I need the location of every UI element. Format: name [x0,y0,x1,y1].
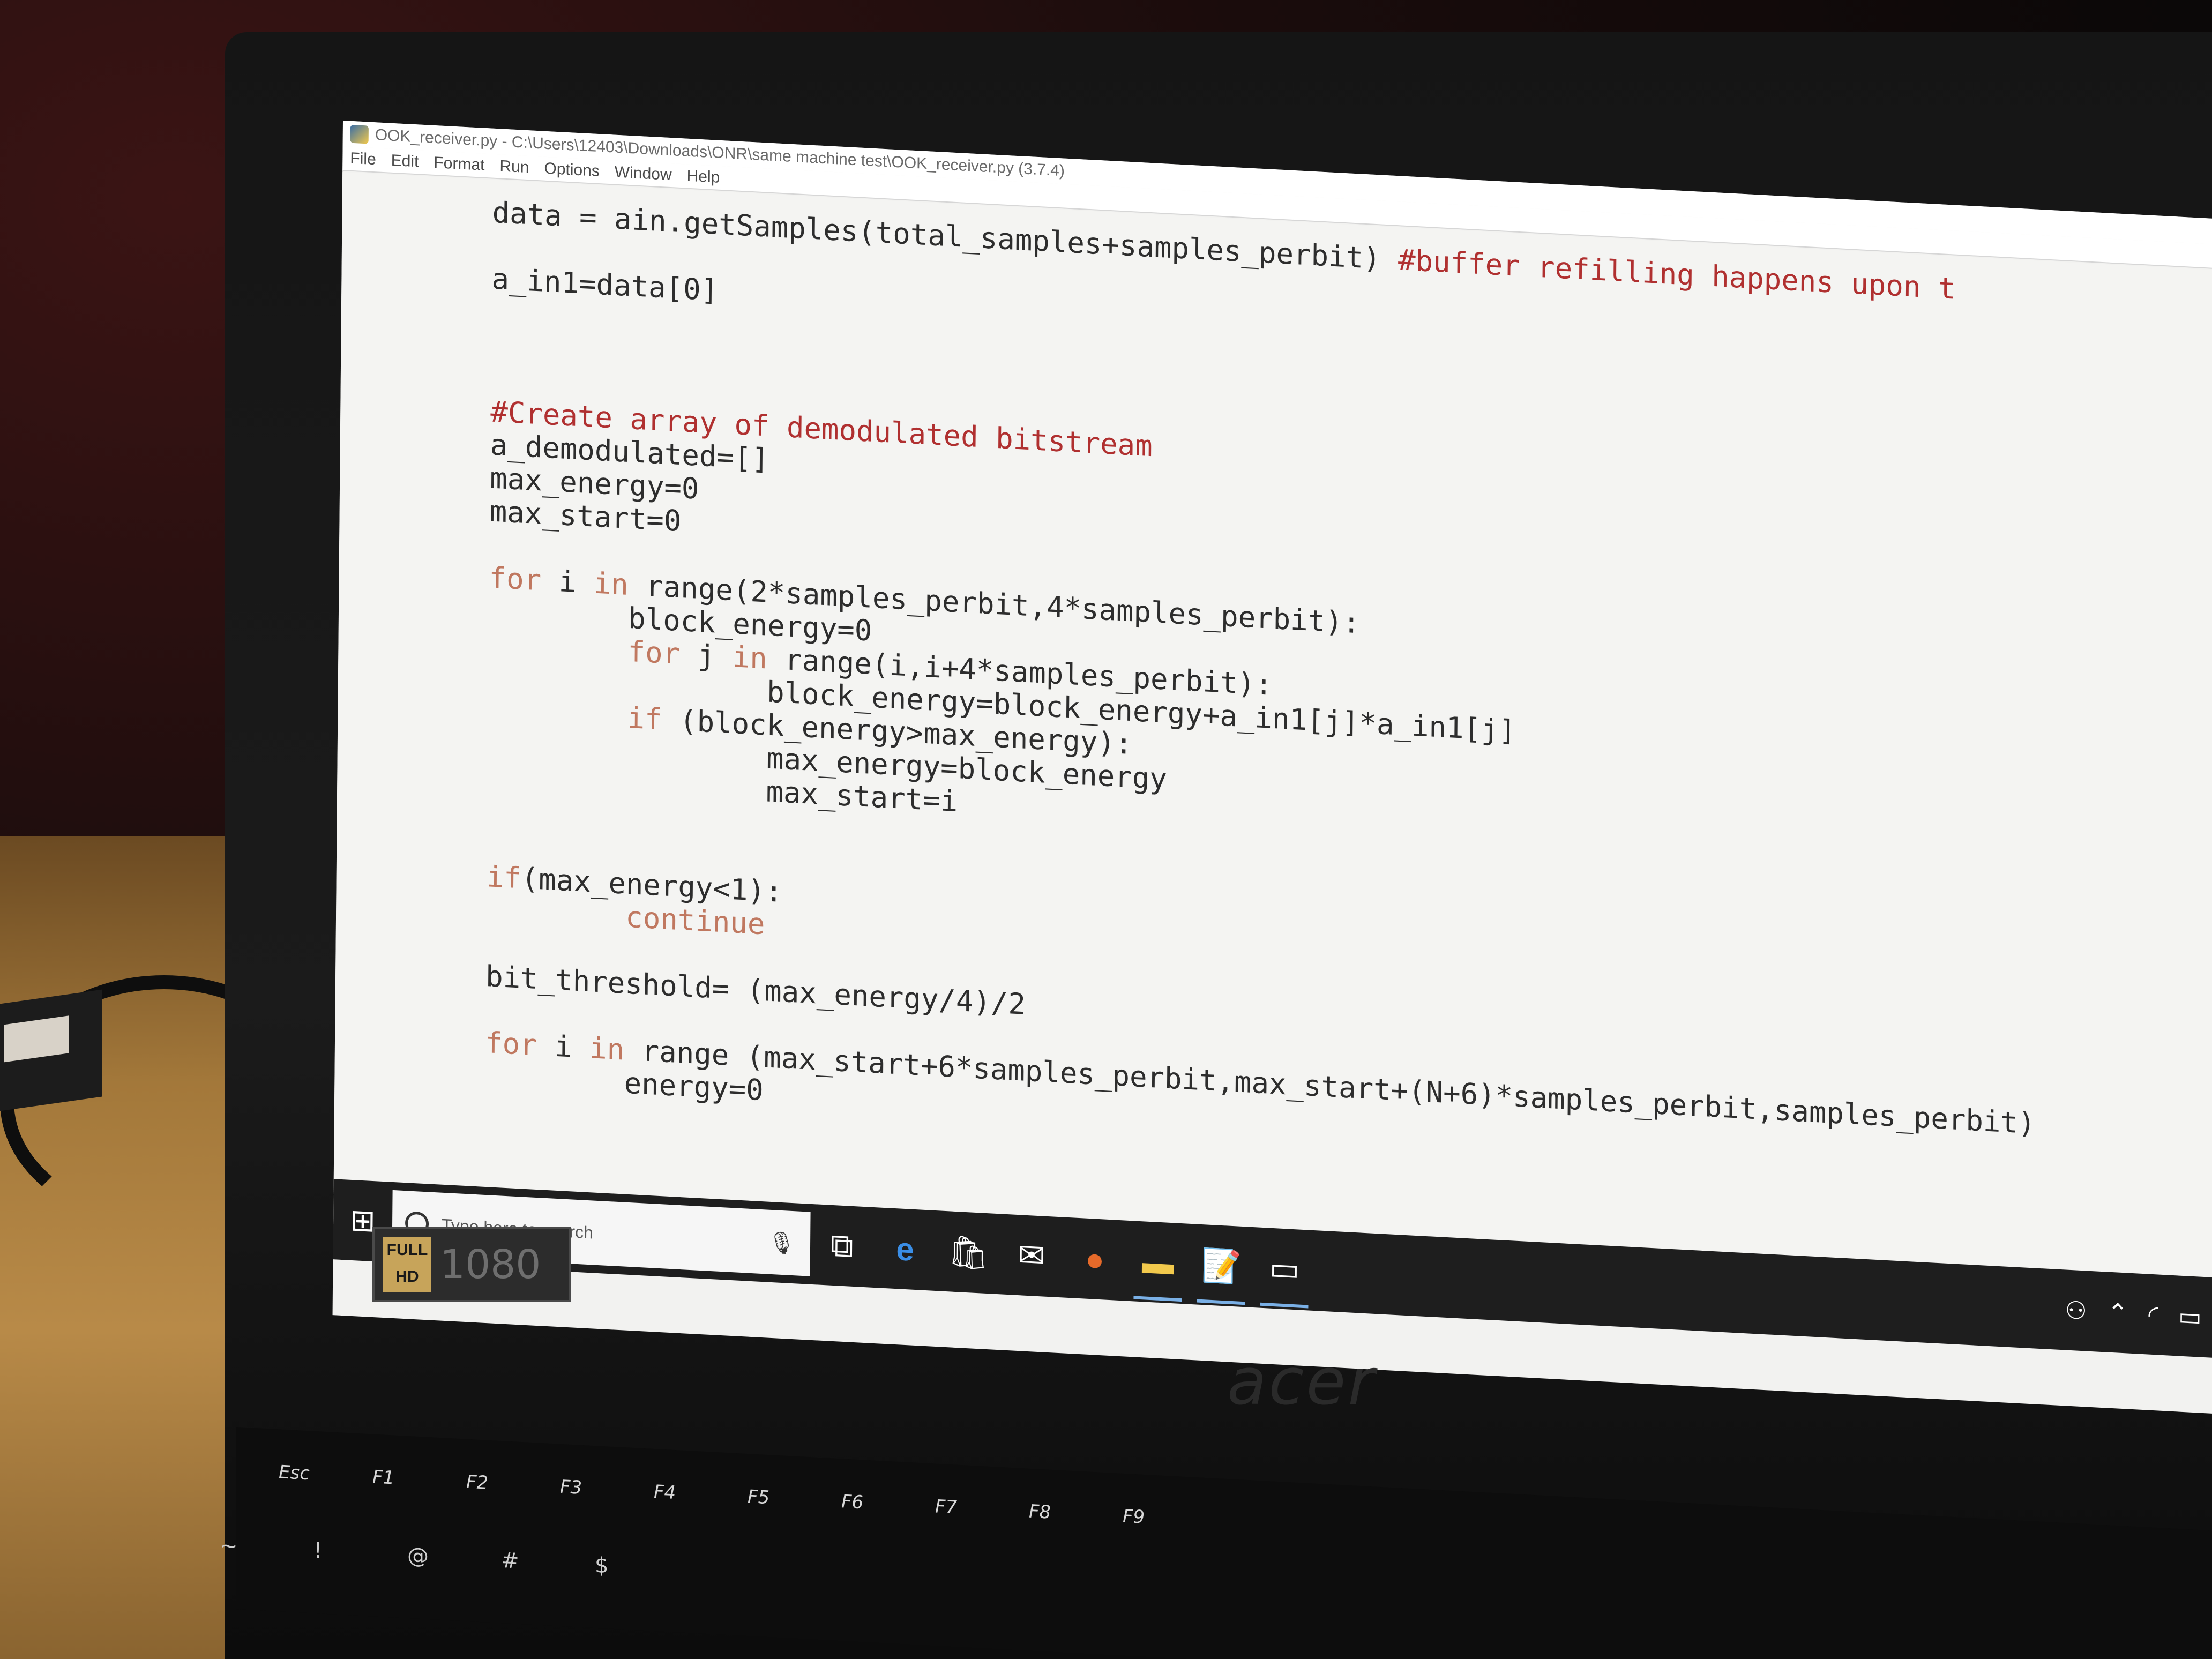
badge-line1: FULL [386,1241,428,1259]
menu-format[interactable]: Format [434,154,484,175]
code-line[interactable] [489,528,490,561]
code-line[interactable] [487,794,488,827]
resolution-label: 1080 [440,1242,541,1288]
code-keyword: continue [625,900,765,941]
code-line[interactable] [491,296,492,329]
idle-editor-icon[interactable]: 📝 [1189,1224,1253,1307]
key-f3[interactable]: F3 [560,1476,582,1499]
key-symbol[interactable]: ~ [220,1533,238,1559]
key-f5[interactable]: F5 [748,1486,769,1508]
adapter-label [4,1015,69,1063]
code-keyword: if [627,700,662,737]
laptop-screen: OOK_receiver.py - C:\Users\12403\Downloa… [332,121,2212,1416]
code-line[interactable]: a_in1=data[0] [491,261,719,308]
code-text: range (max_start+6*samples_perbit,max_st… [624,1033,2036,1141]
mail-icon[interactable]: ✉ [999,1214,1063,1297]
code-keyword: in [589,1031,625,1067]
key-f7[interactable]: F7 [935,1496,957,1518]
badge-line2: HD [395,1268,419,1286]
code-keyword: for [484,1025,537,1063]
code-keyword: in [732,640,768,676]
photo-scene: OOK_receiver.py - C:\Users\12403\Downloa… [0,0,2212,1659]
code-keyword: for [489,561,542,597]
firefox-icon[interactable]: ● [1063,1217,1126,1301]
menu-edit[interactable]: Edit [391,152,419,171]
key-f9[interactable]: F9 [1123,1506,1145,1528]
code-text: i [541,563,594,600]
power-adapter [0,989,102,1111]
key-f6[interactable]: F6 [841,1491,863,1513]
menu-run[interactable]: Run [499,157,529,177]
microphone-icon[interactable]: 🎙 [768,1229,810,1257]
menu-help[interactable]: Help [686,167,720,187]
key-f8[interactable]: F8 [1029,1501,1051,1523]
key-esc[interactable]: Esc [279,1461,310,1484]
store-icon[interactable]: 🛍 [936,1210,1000,1294]
menu-options[interactable]: Options [544,160,600,181]
wifi-icon[interactable]: ◜ [2148,1300,2158,1329]
code-text: i [537,1028,590,1065]
menu-window[interactable]: Window [615,163,672,185]
code-comment: #buffer refilling happens upon t [1398,243,1956,306]
chevron-up-icon[interactable]: ⌃ [2108,1298,2128,1328]
brand-logo: acer [1227,1345,1377,1419]
code-keyword: in [593,566,629,602]
edge-icon[interactable]: e [873,1207,937,1291]
full-hd-sticker: FULL HD 1080 [372,1227,571,1302]
code-text: bit_threshold= (max_energy/4)/2 [485,959,1026,1021]
code-line[interactable]: bit_threshold= (max_energy/4)/2 [485,959,1026,1021]
menu-file[interactable]: File [350,150,376,169]
file-explorer-icon[interactable]: ▬ [1126,1221,1190,1304]
code-text: a_in1=data[0] [491,261,719,308]
code-line[interactable] [485,926,486,960]
key-f2[interactable]: F2 [466,1471,488,1494]
system-tray: ⚇ ⌃ ◜ ▭ ◁ [2065,1295,2212,1334]
code-keyword: for [627,634,681,671]
key-f4[interactable]: F4 [654,1481,676,1504]
code-keyword: if [486,860,522,895]
terminal-icon[interactable]: ▭ [1252,1227,1316,1311]
code-text: j [679,637,733,674]
full-hd-badge: FULL HD [383,1237,431,1292]
battery-icon[interactable]: ▭ [2178,1302,2202,1332]
key-symbol[interactable]: $ [595,1553,608,1578]
key-symbol[interactable]: # [501,1548,519,1574]
code-editor[interactable]: data = ain.getSamples(total_samples+samp… [333,171,2212,1280]
python-idle-icon [350,124,369,144]
key-f1[interactable]: F1 [372,1466,394,1489]
task-view-icon[interactable]: ⧉ [810,1204,873,1288]
key-symbol[interactable]: @ [407,1543,429,1569]
people-icon[interactable]: ⚇ [2065,1295,2087,1325]
key-symbol[interactable]: ! [313,1538,322,1564]
